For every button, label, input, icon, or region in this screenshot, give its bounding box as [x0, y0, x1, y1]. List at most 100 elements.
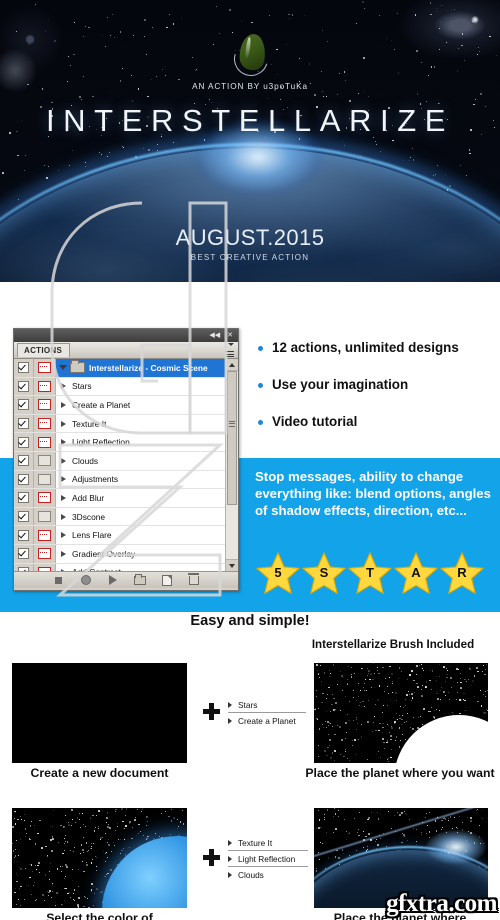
checkbox-icon[interactable] [18, 381, 29, 392]
action-row[interactable]: Light Reflection [14, 433, 225, 452]
action-expand-cell[interactable] [56, 421, 71, 427]
checkbox-icon[interactable] [18, 474, 29, 485]
expand-triangle-icon[interactable] [61, 402, 66, 408]
action-modal-cell[interactable] [34, 452, 56, 470]
modal-toggle-icon[interactable] [38, 492, 51, 503]
checkbox-icon[interactable] [18, 399, 29, 410]
action-expand-cell[interactable] [56, 439, 71, 445]
expand-triangle-icon[interactable] [61, 551, 66, 557]
play-button[interactable] [107, 575, 119, 586]
expand-triangle-icon[interactable] [61, 421, 66, 427]
expand-triangle-icon[interactable] [61, 532, 66, 538]
modal-toggle-icon[interactable] [38, 548, 51, 559]
action-modal-cell[interactable] [34, 526, 56, 544]
action-expand-cell[interactable] [56, 458, 71, 464]
checkbox-icon[interactable] [18, 362, 29, 373]
action-modal-cell[interactable] [34, 545, 56, 563]
panel-scrollbar[interactable] [225, 359, 238, 571]
checkbox-icon[interactable] [18, 567, 29, 571]
mini-action-row[interactable]: Light Reflection [228, 851, 308, 867]
collapse-icon[interactable]: ◀◀ [207, 332, 222, 339]
modal-toggle-icon[interactable] [38, 381, 51, 392]
action-toggle-cell[interactable] [14, 378, 34, 396]
checkbox-icon[interactable] [18, 455, 29, 466]
action-row[interactable]: Gradient Overlay [14, 545, 225, 564]
action-row[interactable]: 3Dscone [14, 508, 225, 527]
action-toggle-cell[interactable] [14, 415, 34, 433]
action-expand-cell[interactable] [56, 383, 71, 389]
action-toggle-cell[interactable] [14, 396, 34, 414]
mini-action-row[interactable]: Clouds [228, 867, 308, 882]
checkbox-icon[interactable] [18, 492, 29, 503]
action-row[interactable]: Add Blur [14, 489, 225, 508]
action-expand-cell[interactable] [56, 532, 71, 538]
action-expand-cell[interactable] [56, 551, 71, 557]
set-modal-cell[interactable] [34, 359, 56, 377]
action-toggle-cell[interactable] [14, 471, 34, 489]
action-modal-cell[interactable] [34, 396, 56, 414]
action-modal-cell[interactable] [34, 415, 56, 433]
scroll-down-button[interactable] [226, 559, 238, 571]
action-modal-cell[interactable] [34, 508, 56, 526]
mini-action-row[interactable]: Stars [228, 697, 306, 713]
action-set-row[interactable]: Interstellarize - Cosmic Scene [14, 359, 225, 378]
action-row[interactable]: Clouds [14, 452, 225, 471]
modal-toggle-icon[interactable] [38, 437, 51, 448]
stop-button[interactable] [53, 575, 65, 586]
checkbox-icon[interactable] [18, 548, 29, 559]
action-row[interactable]: Texture It [14, 415, 225, 434]
action-toggle-cell[interactable] [14, 545, 34, 563]
action-expand-cell[interactable] [56, 495, 71, 501]
action-toggle-cell[interactable] [14, 526, 34, 544]
record-button[interactable] [80, 575, 92, 586]
set-toggle-cell[interactable] [14, 359, 34, 377]
action-row[interactable]: Stars [14, 378, 225, 397]
modal-toggle-icon[interactable] [38, 455, 51, 466]
modal-toggle-icon[interactable] [38, 567, 51, 571]
new-action-button[interactable] [161, 575, 173, 586]
checkbox-icon[interactable] [18, 511, 29, 522]
action-modal-cell[interactable] [34, 433, 56, 451]
action-toggle-cell[interactable] [14, 452, 34, 470]
action-modal-cell[interactable] [34, 471, 56, 489]
action-expand-cell[interactable] [56, 476, 71, 482]
action-expand-cell[interactable] [56, 402, 71, 408]
chevron-down-icon[interactable] [59, 365, 67, 370]
action-toggle-cell[interactable] [14, 489, 34, 507]
action-row[interactable]: Lens Flare [14, 526, 225, 545]
expand-triangle-icon[interactable] [61, 439, 66, 445]
checkbox-icon[interactable] [18, 437, 29, 448]
action-toggle-cell[interactable] [14, 433, 34, 451]
delete-button[interactable] [188, 575, 200, 586]
set-expand-cell[interactable] [56, 365, 70, 370]
action-modal-cell[interactable] [34, 564, 56, 571]
action-expand-cell[interactable] [56, 514, 71, 520]
expand-triangle-icon[interactable] [61, 476, 66, 482]
scroll-up-button[interactable] [226, 359, 238, 371]
expand-triangle-icon[interactable] [61, 383, 66, 389]
action-toggle-cell[interactable] [14, 564, 34, 571]
expand-triangle-icon[interactable] [61, 569, 66, 571]
action-row[interactable]: Adjustments [14, 471, 225, 490]
action-toggle-cell[interactable] [14, 508, 34, 526]
close-icon[interactable]: ✕ [225, 332, 235, 339]
new-set-button[interactable] [134, 575, 146, 586]
expand-triangle-icon[interactable] [61, 514, 66, 520]
action-modal-cell[interactable] [34, 489, 56, 507]
expand-triangle-icon[interactable] [61, 458, 66, 464]
modal-toggle-icon[interactable] [38, 474, 51, 485]
tab-actions[interactable]: ACTIONS [17, 343, 70, 357]
modal-toggle-icon[interactable] [38, 530, 51, 541]
modal-toggle-icon[interactable] [38, 418, 51, 429]
expand-triangle-icon[interactable] [61, 495, 66, 501]
checkbox-icon[interactable] [18, 418, 29, 429]
action-row[interactable]: Add Contrast [14, 564, 225, 571]
modal-toggle-icon[interactable] [38, 511, 51, 522]
action-row[interactable]: Create a Planet [14, 396, 225, 415]
checkbox-icon[interactable] [18, 530, 29, 541]
modal-toggle-icon[interactable] [38, 399, 51, 410]
panel-menu-icon[interactable] [225, 343, 234, 358]
mini-action-row[interactable]: Create a Planet [228, 713, 306, 728]
modal-toggle-icon[interactable] [38, 362, 51, 373]
scroll-thumb[interactable] [227, 371, 237, 505]
